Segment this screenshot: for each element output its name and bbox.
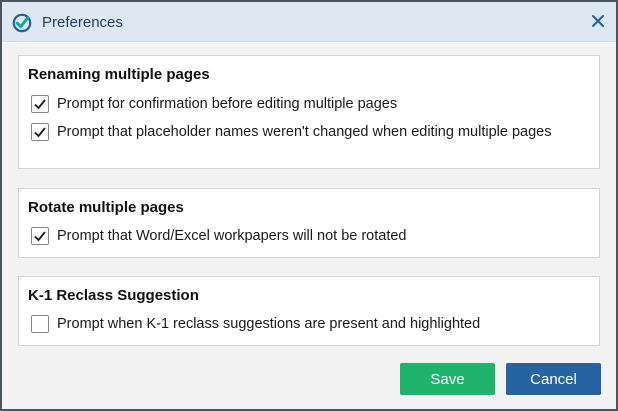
group-rotate-multiple-pages: Rotate multiple pages Prompt that Word/E… <box>18 188 600 258</box>
option-label: Prompt that placeholder names weren't ch… <box>57 124 552 140</box>
group-title: Renaming multiple pages <box>28 66 210 83</box>
checkmark-icon <box>34 99 46 110</box>
check-logo-icon <box>12 13 32 33</box>
checkmark-icon <box>34 231 46 242</box>
checkbox[interactable] <box>31 123 49 141</box>
option-label: Prompt that Word/Excel workpapers will n… <box>57 228 407 244</box>
dialog-content: Renaming multiple pages Prompt for confi… <box>2 43 616 409</box>
option-placeholder-names[interactable]: Prompt that placeholder names weren't ch… <box>31 122 551 142</box>
group-renaming-multiple-pages: Renaming multiple pages Prompt for confi… <box>18 55 600 169</box>
option-word-excel-rotation[interactable]: Prompt that Word/Excel workpapers will n… <box>31 226 407 246</box>
option-label: Prompt for confirmation before editing m… <box>57 96 398 112</box>
close-button[interactable] <box>588 11 608 31</box>
group-k1-reclass-suggestion: K-1 Reclass Suggestion Prompt when K-1 r… <box>18 276 600 346</box>
dialog-title: Preferences <box>42 14 123 31</box>
title-bar[interactable]: Preferences <box>2 2 616 42</box>
group-title: Rotate multiple pages <box>28 199 184 216</box>
group-title: K-1 Reclass Suggestion <box>28 287 199 304</box>
option-label: Prompt when K-1 reclass suggestions are … <box>57 316 481 332</box>
close-icon <box>592 15 604 27</box>
cancel-button[interactable]: Cancel <box>506 363 601 395</box>
checkbox[interactable] <box>31 227 49 245</box>
checkmark-icon <box>34 127 46 138</box>
option-k1-reclass[interactable]: Prompt when K-1 reclass suggestions are … <box>31 314 480 334</box>
checkbox[interactable] <box>31 315 49 333</box>
option-confirm-editing[interactable]: Prompt for confirmation before editing m… <box>31 94 397 114</box>
checkbox[interactable] <box>31 95 49 113</box>
preferences-dialog: Preferences Renaming multiple pages Prom… <box>0 0 618 411</box>
save-button[interactable]: Save <box>400 363 495 395</box>
